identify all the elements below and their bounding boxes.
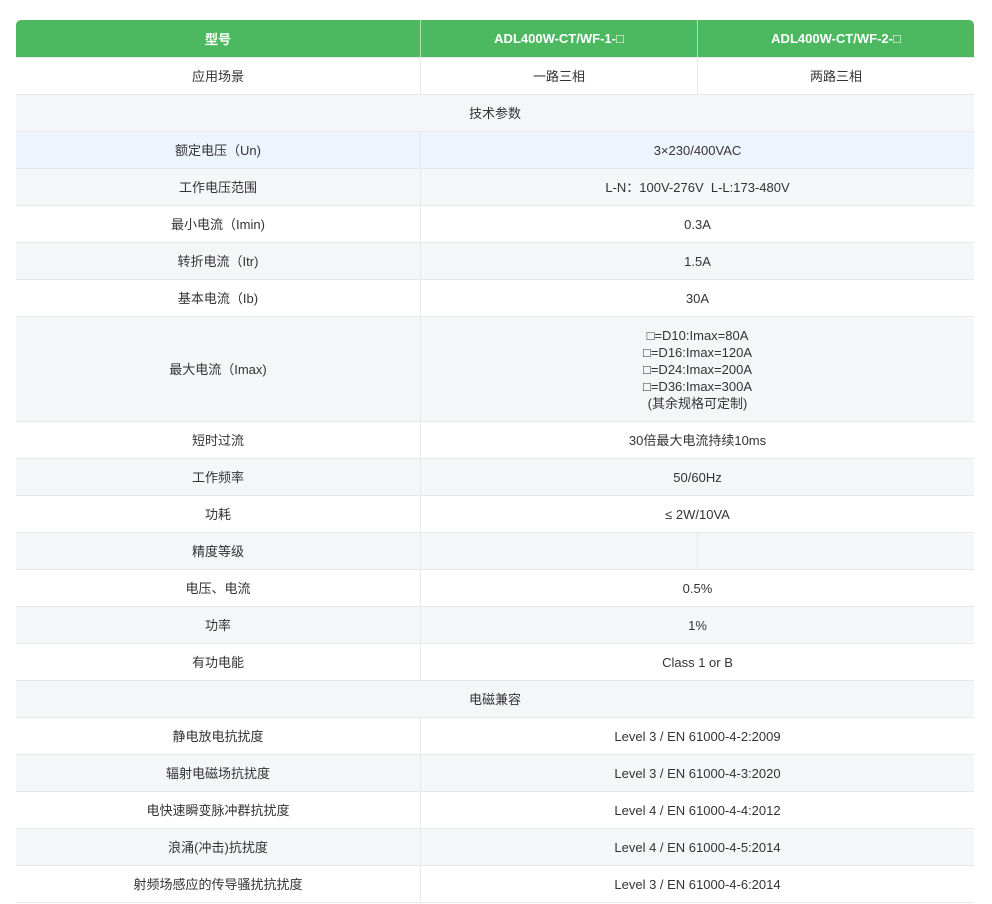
row-label: 工作电压范围	[16, 168, 420, 205]
table-row: 基本电流（Ib) 30A	[16, 279, 974, 316]
row-value: 3×230/400VAC	[420, 131, 974, 168]
table-row: 精度等级	[16, 532, 974, 569]
row-value: 两路三相	[697, 57, 974, 94]
row-label: 功耗	[16, 495, 420, 532]
row-value: 1.5A	[420, 242, 974, 279]
max-current-line: □=D16:Imax=120A	[642, 344, 753, 360]
table-row: 电快速瞬变脉冲群抗扰度 Level 4 / EN 61000-4-4:2012	[16, 791, 974, 828]
row-label: 转折电流（Itr)	[16, 242, 420, 279]
table-row: 最大电流（Imax) □=D10:Imax=80A □=D16:Imax=120…	[16, 316, 974, 421]
table-row: 功耗 ≤ 2W/10VA	[16, 495, 974, 532]
max-current-note: (其余规格可定制)	[647, 395, 748, 411]
table-row: 电压、电流 0.5%	[16, 569, 974, 606]
row-value-empty	[697, 532, 974, 569]
row-label: 最大电流（Imax)	[16, 316, 420, 421]
row-label: 静电放电抗扰度	[16, 717, 420, 754]
table-row: 最小电流（Imin) 0.3A	[16, 205, 974, 242]
header-model-1: ADL400W-CT/WF-1-□	[420, 20, 697, 57]
row-value: L-N：100V-276V L-L:173-480V	[420, 168, 974, 205]
table-header-row: 型号 ADL400W-CT/WF-1-□ ADL400W-CT/WF-2-□	[16, 20, 974, 57]
row-value: 0.3A	[420, 205, 974, 242]
table-row: 额定电压（Un) 3×230/400VAC	[16, 131, 974, 168]
row-label: 基本电流（Ib)	[16, 279, 420, 316]
row-label: 电快速瞬变脉冲群抗扰度	[16, 791, 420, 828]
row-value-multiline: □=D10:Imax=80A □=D16:Imax=120A □=D24:Ima…	[420, 316, 974, 421]
table-row: 辐射电磁场抗扰度 Level 3 / EN 61000-4-3:2020	[16, 754, 974, 791]
spec-table: 型号 ADL400W-CT/WF-1-□ ADL400W-CT/WF-2-□ 应…	[16, 20, 974, 903]
table-row: 转折电流（Itr) 1.5A	[16, 242, 974, 279]
table-row: 功率 1%	[16, 606, 974, 643]
row-label: 浪涌(冲击)抗扰度	[16, 828, 420, 865]
row-value: Level 4 / EN 61000-4-4:2012	[420, 791, 974, 828]
row-value: ≤ 2W/10VA	[420, 495, 974, 532]
row-value: Level 3 / EN 61000-4-2:2009	[420, 717, 974, 754]
table-row: 射频场感应的传导骚扰抗扰度 Level 3 / EN 61000-4-6:201…	[16, 865, 974, 903]
row-value: 1%	[420, 606, 974, 643]
max-current-line: □=D24:Imax=200A	[642, 361, 753, 377]
row-value: Level 4 / EN 61000-4-5:2014	[420, 828, 974, 865]
row-label: 精度等级	[16, 532, 420, 569]
row-value: Level 3 / EN 61000-4-3:2020	[420, 754, 974, 791]
table-row: 短时过流 30倍最大电流持续10ms	[16, 421, 974, 458]
row-value: 30倍最大电流持续10ms	[420, 421, 974, 458]
row-value: 0.5%	[420, 569, 974, 606]
row-value: Level 3 / EN 61000-4-6:2014	[420, 865, 974, 903]
section-row: 电磁兼容	[16, 680, 974, 717]
table-row: 浪涌(冲击)抗扰度 Level 4 / EN 61000-4-5:2014	[16, 828, 974, 865]
spec-table-container: 型号 ADL400W-CT/WF-1-□ ADL400W-CT/WF-2-□ 应…	[16, 20, 974, 903]
row-label: 工作频率	[16, 458, 420, 495]
row-label: 额定电压（Un)	[16, 131, 420, 168]
max-current-line: □=D36:Imax=300A	[642, 378, 753, 394]
row-label: 应用场景	[16, 57, 420, 94]
row-label: 有功电能	[16, 643, 420, 680]
section-title: 技术参数	[16, 94, 974, 131]
row-label: 功率	[16, 606, 420, 643]
max-current-line: □=D10:Imax=80A	[646, 327, 749, 343]
header-model: 型号	[16, 20, 420, 57]
table-row: 静电放电抗扰度 Level 3 / EN 61000-4-2:2009	[16, 717, 974, 754]
row-value: 一路三相	[420, 57, 697, 94]
row-label: 电压、电流	[16, 569, 420, 606]
section-row: 技术参数	[16, 94, 974, 131]
row-value: Class 1 or B	[420, 643, 974, 680]
table-row: 工作频率 50/60Hz	[16, 458, 974, 495]
table-row: 应用场景 一路三相 两路三相	[16, 57, 974, 94]
row-label: 辐射电磁场抗扰度	[16, 754, 420, 791]
row-label: 短时过流	[16, 421, 420, 458]
row-value: 30A	[420, 279, 974, 316]
row-value-empty	[420, 532, 697, 569]
table-row: 工作电压范围 L-N：100V-276V L-L:173-480V	[16, 168, 974, 205]
row-label: 最小电流（Imin)	[16, 205, 420, 242]
row-value: 50/60Hz	[420, 458, 974, 495]
section-title: 电磁兼容	[16, 680, 974, 717]
header-model-2: ADL400W-CT/WF-2-□	[697, 20, 974, 57]
table-row: 有功电能 Class 1 or B	[16, 643, 974, 680]
row-label: 射频场感应的传导骚扰抗扰度	[16, 865, 420, 903]
